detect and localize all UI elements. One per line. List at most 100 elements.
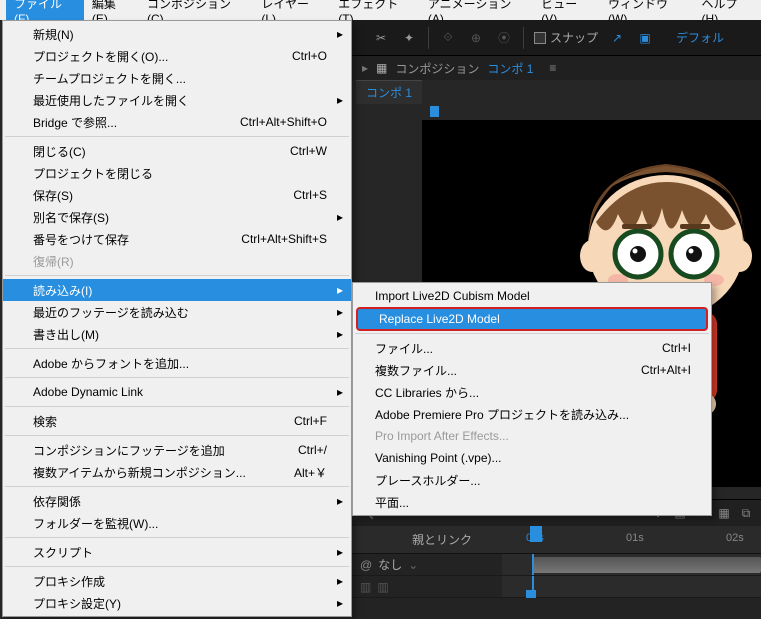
render-queue-icon[interactable]: ⧉ — [737, 504, 755, 522]
menu-new[interactable]: 新規(N)▸ — [3, 23, 351, 45]
menu-add-footage-to-comp[interactable]: コンポジションにフッテージを追加Ctrl+/ — [3, 439, 351, 461]
toggle-modes-icon[interactable]: ▥ — [377, 580, 388, 594]
menu-open-team-project[interactable]: チームプロジェクトを開く... — [3, 67, 351, 89]
menu-close[interactable]: 閉じる(C)Ctrl+W — [3, 140, 351, 162]
timeline-row[interactable]: @ なし ⌄ — [352, 554, 761, 576]
snapping-options-icon[interactable]: ↗ — [608, 29, 626, 47]
submenu-arrow-icon: ▸ — [337, 327, 343, 341]
snap-toggle[interactable]: スナップ — [534, 29, 598, 46]
parent-link-header: 親とリンク — [352, 526, 502, 553]
axis-world-icon[interactable]: ⊕ — [467, 29, 485, 47]
menu-separator — [5, 435, 349, 436]
submenu-arrow-icon: ▸ — [337, 210, 343, 224]
submenu-solid[interactable]: 平面... — [353, 491, 711, 513]
toolbar-separator — [523, 27, 524, 49]
submenu-arrow-icon: ▸ — [337, 494, 343, 508]
import-submenu: Import Live2D Cubism Model Replace Live2… — [352, 282, 712, 516]
submenu-import-multiple[interactable]: 複数ファイル...Ctrl+Alt+I — [353, 359, 711, 381]
bounds-icon[interactable]: ▣ — [636, 29, 654, 47]
menu-separator — [5, 275, 349, 276]
composition-icon: ▦ — [376, 61, 387, 75]
guide-marker-top[interactable] — [430, 106, 439, 117]
graph-editor-icon[interactable]: ▦ — [715, 504, 733, 522]
layer-track[interactable] — [502, 576, 761, 597]
menu-export[interactable]: 書き出し(M)▸ — [3, 323, 351, 345]
menu-dependencies[interactable]: 依存関係▸ — [3, 490, 351, 512]
submenu-arrow-icon: ▸ — [337, 305, 343, 319]
submenu-arrow-icon: ▸ — [337, 574, 343, 588]
menu-open-project[interactable]: プロジェクトを開く(O)...Ctrl+O — [3, 45, 351, 67]
submenu-pro-import: Pro Import After Effects... — [353, 425, 711, 447]
submenu-vanishing-point[interactable]: Vanishing Point (.vpe)... — [353, 447, 711, 469]
parent-dropdown[interactable]: なし — [378, 556, 402, 573]
panel-menu-icon[interactable]: ≡ — [549, 61, 556, 75]
submenu-premiere-project[interactable]: Adobe Premiere Pro プロジェクトを読み込み... — [353, 403, 711, 425]
submenu-arrow-icon: ▸ — [337, 545, 343, 559]
menu-create-proxy[interactable]: プロキシ作成▸ — [3, 570, 351, 592]
menu-add-fonts[interactable]: Adobe からフォントを追加... — [3, 352, 351, 374]
submenu-arrow-icon: ▸ — [337, 596, 343, 610]
submenu-import-live2d[interactable]: Import Live2D Cubism Model — [353, 285, 711, 307]
menu-dynamic-link[interactable]: Adobe Dynamic Link▸ — [3, 381, 351, 403]
menu-find[interactable]: 検索Ctrl+F — [3, 410, 351, 432]
submenu-arrow-icon: ▸ — [337, 283, 343, 297]
time-ruler[interactable]: 00s 01s 02s — [502, 526, 761, 553]
composition-panel-header: ▸ ▦ コンポジション コンポ 1 ≡ — [352, 56, 761, 80]
menu-open-recent[interactable]: 最近使用したファイルを開く▸ — [3, 89, 351, 111]
puppet-pin-icon[interactable]: ✦ — [400, 29, 418, 47]
pickwhip-icon[interactable]: @ — [360, 558, 372, 572]
playhead[interactable] — [530, 526, 542, 542]
checkbox-icon[interactable] — [534, 32, 546, 44]
submenu-arrow-icon: ▸ — [337, 27, 343, 41]
layer-track[interactable] — [502, 554, 761, 575]
timeline-row[interactable]: ▥ ▥ — [352, 576, 761, 598]
snap-label: スナップ — [550, 29, 598, 46]
disclosure-icon[interactable]: ▸ — [362, 61, 368, 75]
menu-revert: 復帰(R) — [3, 250, 351, 272]
composition-header-label: コンポジション — [395, 60, 479, 77]
toolbar: ✂ ✦ ⟐ ⊕ ⦿ スナップ ↗ ▣ デフォル — [352, 20, 761, 56]
submenu-arrow-icon: ▸ — [337, 385, 343, 399]
playhead-line — [532, 554, 534, 575]
menu-save[interactable]: 保存(S)Ctrl+S — [3, 184, 351, 206]
submenu-cc-libraries[interactable]: CC Libraries から... — [353, 381, 711, 403]
menu-separator — [5, 566, 349, 567]
menubar: ファイル(F) 編集(E) コンポジション(C) レイヤー(L) エフェクト(T… — [0, 0, 761, 20]
menu-separator — [5, 377, 349, 378]
composition-name-link[interactable]: コンポ 1 — [487, 60, 533, 77]
submenu-arrow-icon: ▸ — [337, 93, 343, 107]
viewer-tab[interactable]: コンポ 1 — [356, 80, 422, 104]
time-tick: 02s — [726, 532, 744, 544]
time-tick: 01s — [626, 532, 644, 544]
menu-separator — [5, 406, 349, 407]
menu-separator — [5, 537, 349, 538]
menu-scripts[interactable]: スクリプト▸ — [3, 541, 351, 563]
axis-local-icon[interactable]: ⟐ — [439, 29, 457, 47]
file-menu-dropdown: 新規(N)▸ プロジェクトを開く(O)...Ctrl+O チームプロジェクトを開… — [2, 20, 352, 617]
timeline-panel: 🔍 ❉ ▤ ◐ ▦ ⧉ 親とリンク 00s 01s 02s @ なし ⌄ ▥ ▥ — [352, 499, 761, 619]
menu-close-project[interactable]: プロジェクトを閉じる — [3, 162, 351, 184]
axis-view-icon[interactable]: ⦿ — [495, 29, 513, 47]
workspace-switcher[interactable]: デフォル — [676, 29, 724, 46]
toggle-switches-icon[interactable]: ▥ — [360, 580, 371, 594]
menu-import[interactable]: 読み込み(I)▸ — [3, 279, 351, 301]
work-area-handle[interactable] — [526, 590, 536, 598]
submenu-replace-live2d[interactable]: Replace Live2D Model — [357, 308, 707, 330]
menu-watch-folder[interactable]: フォルダーを監視(W)... — [3, 512, 351, 534]
dropdown-arrow-icon[interactable]: ⌄ — [408, 558, 418, 572]
menu-increment-save[interactable]: 番号をつけて保存Ctrl+Alt+Shift+S — [3, 228, 351, 250]
menu-separator — [355, 333, 709, 334]
work-area-bar[interactable] — [532, 557, 761, 573]
menu-new-comp-from-selection[interactable]: 複数アイテムから新規コンポジション...Alt+￥ — [3, 461, 351, 483]
menu-browse-bridge[interactable]: Bridge で参照...Ctrl+Alt+Shift+O — [3, 111, 351, 133]
menu-save-as[interactable]: 別名で保存(S)▸ — [3, 206, 351, 228]
rotobrush-icon[interactable]: ✂ — [372, 29, 390, 47]
menu-separator — [5, 486, 349, 487]
menu-import-recent-footage[interactable]: 最近のフッテージを読み込む▸ — [3, 301, 351, 323]
menu-set-proxy[interactable]: プロキシ設定(Y)▸ — [3, 592, 351, 614]
submenu-placeholder[interactable]: プレースホルダー... — [353, 469, 711, 491]
submenu-import-file[interactable]: ファイル...Ctrl+I — [353, 337, 711, 359]
menu-separator — [5, 348, 349, 349]
toolbar-separator — [428, 27, 429, 49]
menu-separator — [5, 136, 349, 137]
